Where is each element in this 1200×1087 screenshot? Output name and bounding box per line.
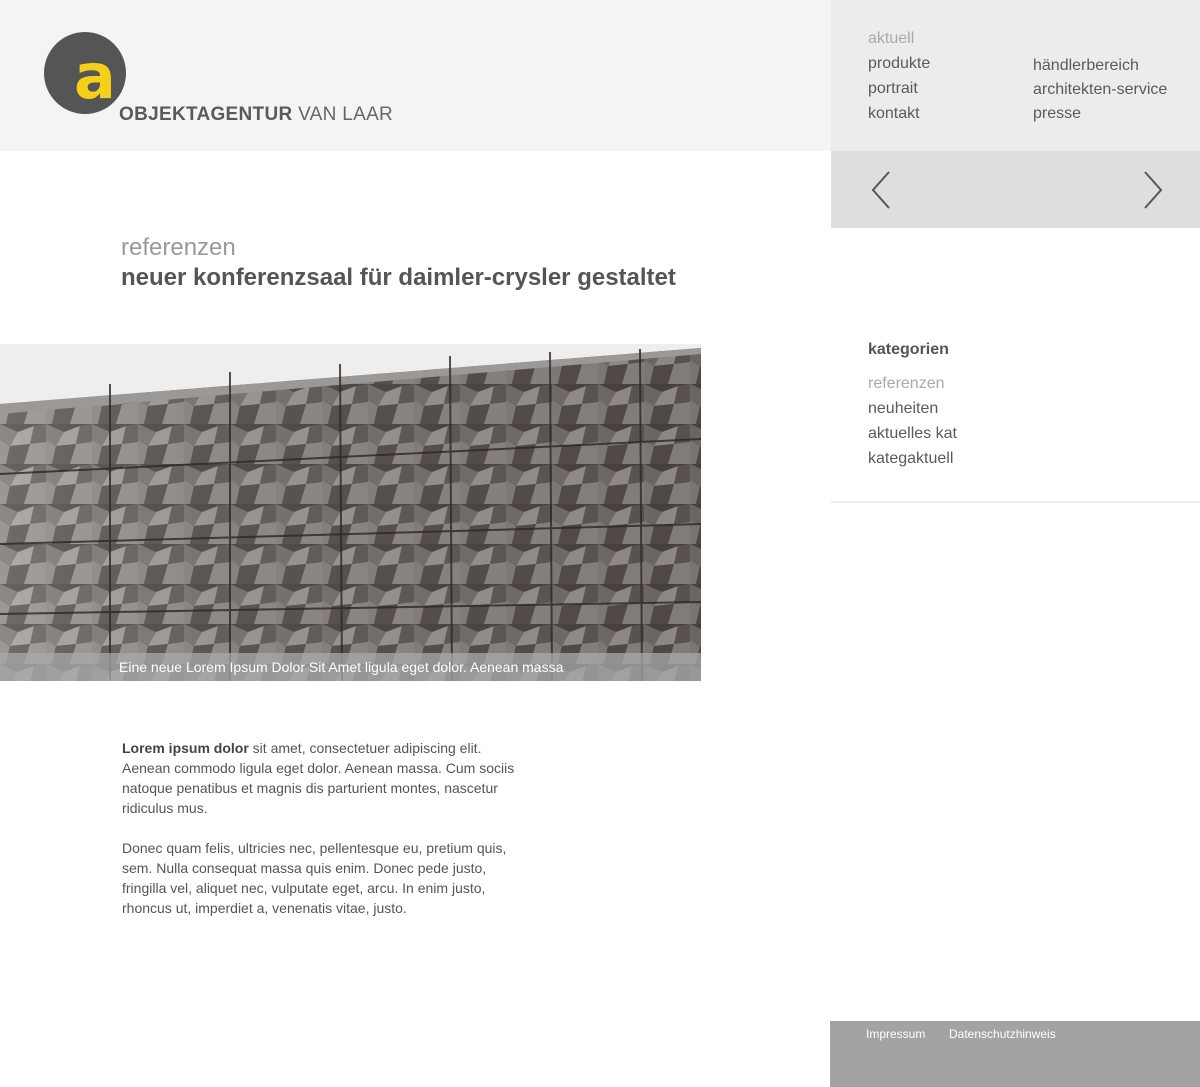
nav-item-haendlerbereich[interactable]: händlerbereich bbox=[1033, 57, 1139, 75]
category-item-neuheiten[interactable]: neuheiten bbox=[868, 400, 938, 418]
article-category: referenzen bbox=[121, 234, 236, 261]
nav-item-produkte[interactable]: produkte bbox=[868, 55, 930, 73]
image-caption-bar: Eine neue Lorem Ipsum Dolor Sit Amet lig… bbox=[0, 653, 701, 681]
site-header: a OBJEKTAGENTUR VAN LAAR bbox=[0, 0, 831, 151]
article-paragraph-1: Lorem ipsum dolor sit amet, consectetuer… bbox=[122, 738, 517, 818]
nav-item-architekten-service[interactable]: architekten-service bbox=[1033, 81, 1167, 99]
article-lead: Lorem ipsum dolor bbox=[122, 740, 249, 756]
categories-title: kategorien bbox=[868, 341, 949, 358]
article-title: neuer konferenzsaal für daimler-crysler … bbox=[121, 264, 676, 291]
brand-name-bold: OBJEKTAGENTUR bbox=[119, 104, 293, 125]
category-item-referenzen[interactable]: referenzen bbox=[868, 375, 945, 393]
logo[interactable]: a bbox=[44, 32, 126, 114]
logo-letter: a bbox=[74, 40, 116, 113]
nav-item-portrait[interactable]: portrait bbox=[868, 80, 918, 98]
category-item-kategaktuell[interactable]: kategaktuell bbox=[868, 450, 953, 468]
chevron-right-icon[interactable] bbox=[1141, 170, 1165, 210]
category-item-aktuelles-kat[interactable]: aktuelles kat bbox=[868, 425, 957, 443]
slider-controls bbox=[831, 151, 1200, 228]
main-navigation: aktuell produkte portrait kontakt händle… bbox=[831, 0, 1200, 151]
textured-wall-image bbox=[0, 344, 701, 681]
brand-name-regular: VAN LAAR bbox=[298, 104, 394, 125]
article-paragraph-2: Donec quam felis, ultricies nec, pellent… bbox=[122, 840, 507, 916]
brand-name[interactable]: OBJEKTAGENTUR VAN LAAR bbox=[119, 104, 393, 126]
footer-link-impressum[interactable]: Impressum bbox=[866, 1027, 925, 1041]
chevron-left-icon[interactable] bbox=[869, 170, 893, 210]
site-footer: Impressum Datenschutzhinweis bbox=[830, 1021, 1200, 1087]
nav-item-aktuell[interactable]: aktuell bbox=[868, 30, 914, 48]
article-image: Eine neue Lorem Ipsum Dolor Sit Amet lig… bbox=[0, 344, 701, 681]
image-caption: Eine neue Lorem Ipsum Dolor Sit Amet lig… bbox=[119, 659, 564, 675]
divider bbox=[831, 501, 1200, 503]
nav-item-presse[interactable]: presse bbox=[1033, 105, 1081, 123]
footer-link-datenschutzhinweis[interactable]: Datenschutzhinweis bbox=[949, 1027, 1056, 1041]
nav-item-kontakt[interactable]: kontakt bbox=[868, 105, 920, 123]
